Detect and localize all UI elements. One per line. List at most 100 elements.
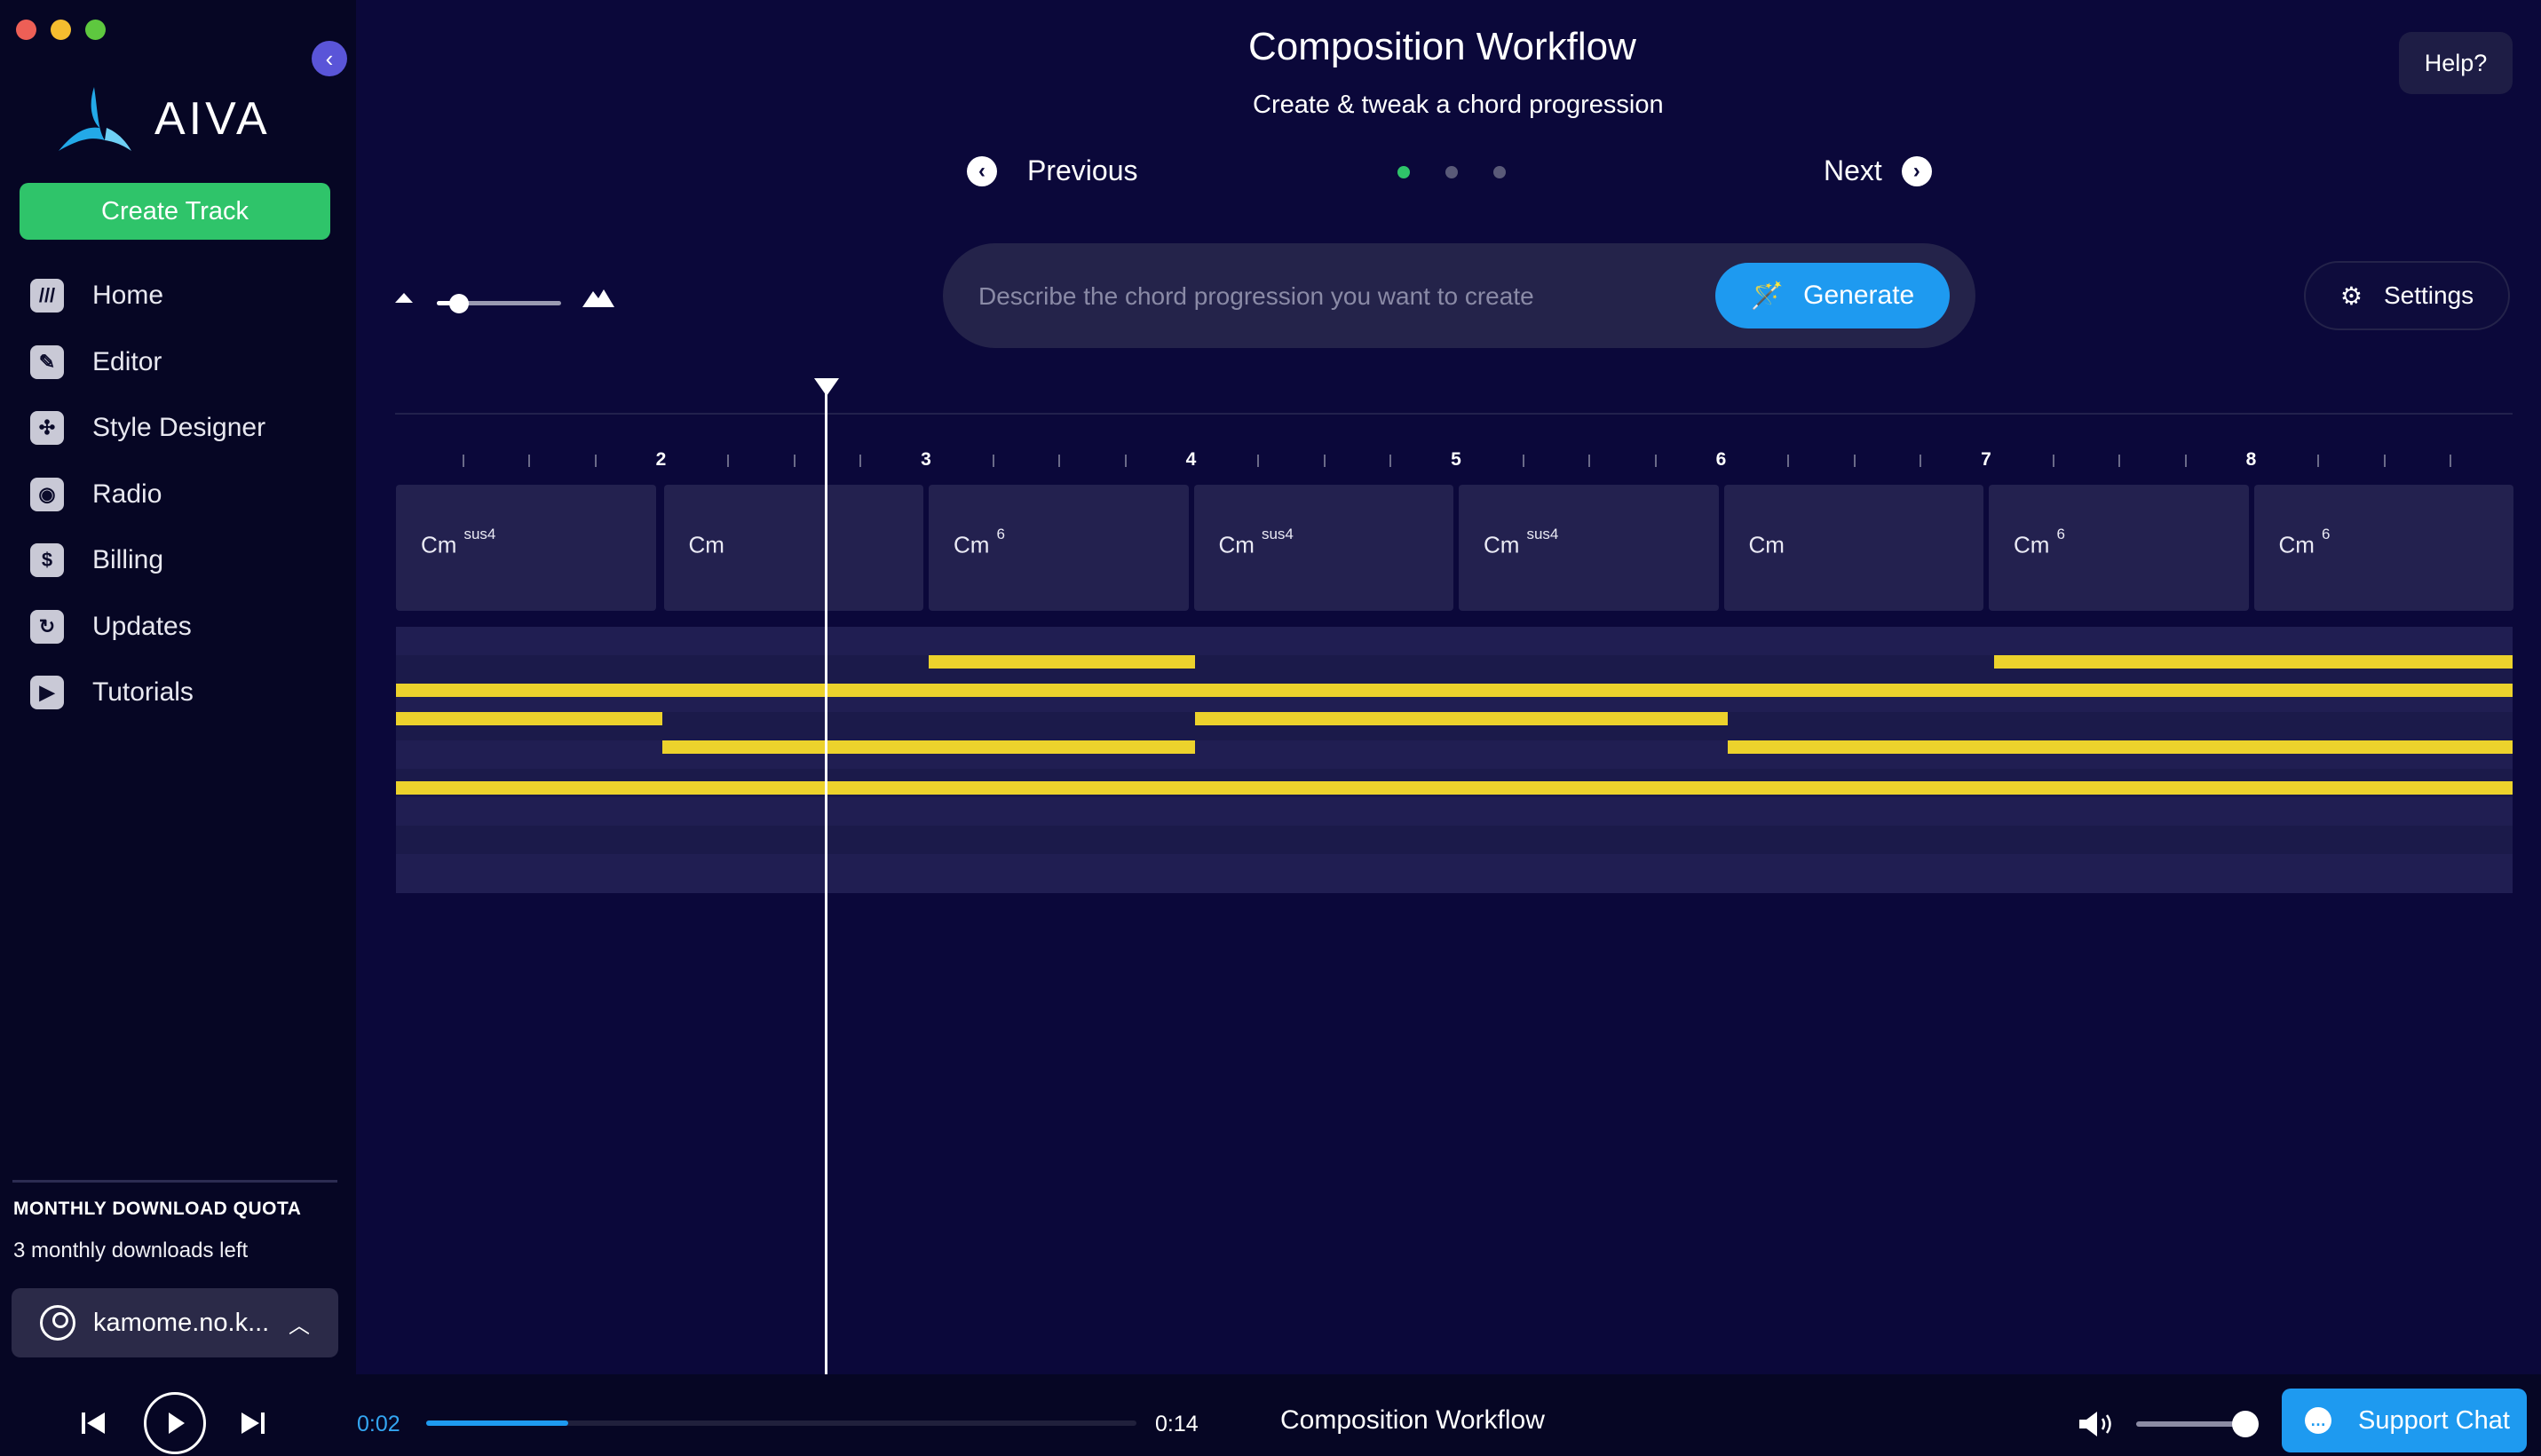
ruler-tick: [2118, 455, 2121, 467]
chord-block[interactable]: Cm: [663, 485, 923, 611]
skip-next-icon[interactable]: [240, 1410, 266, 1436]
zoom-out-icon[interactable]: [395, 293, 413, 303]
brand: AIVA: [53, 83, 271, 154]
bar-number: 3: [921, 449, 931, 470]
chord-block[interactable]: Cm: [1723, 485, 1983, 611]
playhead[interactable]: [825, 384, 827, 1376]
midi-note[interactable]: [1728, 740, 2513, 754]
sidebar-nav: /// Home ✎ Editor ✣ Style Designer ◉ Rad…: [30, 263, 341, 726]
chevron-up-icon: ︿: [289, 1313, 310, 1338]
refresh-icon: ↻: [30, 609, 64, 644]
volume-slider-handle[interactable]: [2232, 1411, 2259, 1437]
now-playing-title: Composition Workflow: [1280, 1405, 1545, 1435]
generate-label: Generate: [1803, 281, 1915, 310]
create-track-button[interactable]: Create Track: [20, 183, 330, 240]
sidebar-item-billing[interactable]: $ Billing: [30, 527, 341, 594]
chord-extension: sus4: [1261, 526, 1294, 542]
midi-note[interactable]: [396, 781, 2513, 795]
chord-extension: sus4: [463, 526, 496, 542]
ruler-tick: [992, 455, 994, 467]
ruler-tick: [2383, 455, 2386, 467]
ruler-tick: [1920, 455, 1922, 467]
ruler-tick: [1389, 455, 1392, 467]
library-icon: ///: [30, 279, 64, 313]
bar-ruler[interactable]: 2 3 4 5 6 7 8: [395, 444, 2513, 479]
chord-root: Cm: [2014, 531, 2050, 558]
chord-root: Cm: [954, 531, 990, 558]
midi-note[interactable]: [396, 712, 662, 725]
ruler-tick: [462, 455, 464, 467]
gear-icon: ⚙: [2339, 281, 2363, 310]
settings-button[interactable]: ⚙ Settings: [2304, 261, 2510, 330]
bar-number: 2: [655, 449, 667, 470]
chord-prompt-input[interactable]: [978, 270, 1715, 323]
step-dot: [1445, 166, 1458, 178]
quota-title: MONTHLY DOWNLOAD QUOTA: [13, 1199, 302, 1219]
user-menu[interactable]: kamome.no.k... ︿: [12, 1288, 338, 1357]
chord-block[interactable]: Cm 6: [929, 485, 1189, 611]
skip-previous-icon[interactable]: [80, 1410, 107, 1436]
sidebar-item-home[interactable]: /// Home: [30, 263, 341, 329]
chord-block[interactable]: Cm 6: [1989, 485, 2249, 611]
next-label: Next: [1824, 154, 1882, 186]
chord-root: Cm: [1484, 531, 1520, 558]
support-chat-label: Support Chat: [2358, 1405, 2510, 1435]
quota-text: 3 monthly downloads left: [13, 1238, 249, 1262]
sidebar-item-radio[interactable]: ◉ Radio: [30, 462, 341, 528]
previous-button[interactable]: ‹ Previous: [967, 154, 1138, 187]
midi-note[interactable]: [662, 740, 1195, 754]
sidebar-item-updates[interactable]: ↻ Updates: [30, 594, 341, 661]
app-name: AIVA: [154, 93, 271, 145]
close-window-button[interactable]: [16, 20, 36, 40]
ruler-tick: [1058, 455, 1061, 467]
midi-note[interactable]: [396, 684, 2513, 697]
volume-icon[interactable]: [2078, 1409, 2117, 1439]
chord-root: Cm: [688, 531, 724, 558]
midi-note[interactable]: [1195, 712, 1728, 725]
ruler-tick: [594, 455, 597, 467]
ruler-tick: [1853, 455, 1856, 467]
settings-label: Settings: [2383, 281, 2474, 309]
ruler-tick: [2184, 455, 2187, 467]
sidebar-item-label: Radio: [92, 479, 162, 509]
sidebar-item-label: Billing: [92, 545, 164, 575]
support-chat-button[interactable]: … Support Chat: [2282, 1389, 2527, 1452]
help-button[interactable]: Help?: [2399, 32, 2513, 94]
bar-number: 5: [1451, 449, 1461, 470]
generate-button[interactable]: 🪄 Generate: [1715, 263, 1950, 328]
midi-note[interactable]: [929, 655, 1195, 669]
page-title: Composition Workflow: [1248, 25, 1636, 68]
maximize-window-button[interactable]: [85, 20, 106, 40]
timeline-divider: [395, 413, 2513, 415]
minimize-window-button[interactable]: [51, 20, 71, 40]
play-icon: ▶: [30, 676, 64, 710]
piano-roll[interactable]: [396, 627, 2513, 893]
chord-root: Cm: [1748, 531, 1785, 558]
chord-block[interactable]: Cm 6: [2253, 485, 2513, 611]
zoom-in-icon[interactable]: [582, 288, 614, 307]
play-button[interactable]: [144, 1392, 206, 1454]
zoom-slider-handle[interactable]: [449, 294, 469, 313]
sidebar-item-editor[interactable]: ✎ Editor: [30, 329, 341, 396]
chevron-right-icon: ›: [1901, 155, 1932, 186]
previous-label: Previous: [1027, 154, 1138, 186]
current-time: 0:02: [357, 1412, 400, 1436]
magic-wand-icon: 🪄: [1750, 281, 1785, 311]
chord-root: Cm: [1218, 531, 1255, 558]
collapse-sidebar-button[interactable]: ‹: [312, 41, 347, 76]
chord-extension: 6: [2321, 526, 2331, 542]
midi-note[interactable]: [1994, 655, 2513, 669]
ruler-tick: [727, 455, 730, 467]
ruler-tick: [1257, 455, 1260, 467]
chord-block[interactable]: Cm sus4: [1193, 485, 1453, 611]
sidebar-item-tutorials[interactable]: ▶ Tutorials: [30, 660, 341, 726]
dollar-icon: $: [30, 543, 64, 578]
fan-icon: ✣: [30, 411, 64, 446]
volume-slider[interactable]: [2136, 1421, 2246, 1427]
next-button[interactable]: Next ›: [1824, 154, 1932, 187]
chord-track: Cm sus4 Cm Cm 6 Cm sus4 Cm sus4 Cm Cm 6 Cm 6: [396, 485, 2513, 611]
sidebar-item-style-designer[interactable]: ✣ Style Designer: [30, 395, 341, 462]
chord-block[interactable]: Cm sus4: [1459, 485, 1719, 611]
chord-extension: 6: [996, 526, 1005, 542]
chord-block[interactable]: Cm sus4: [396, 485, 656, 611]
